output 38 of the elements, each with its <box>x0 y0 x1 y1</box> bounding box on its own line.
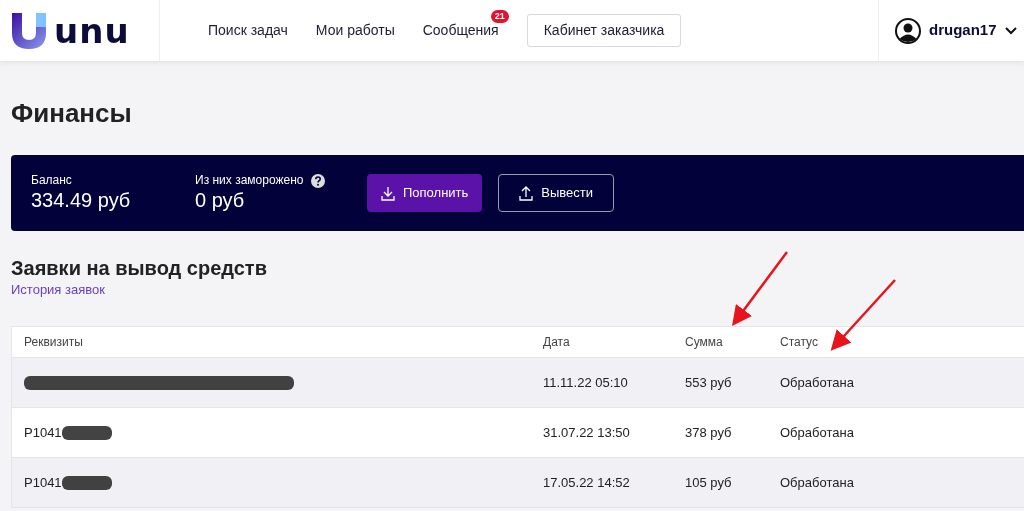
help-icon[interactable] <box>311 174 326 188</box>
history-link[interactable]: История заявок <box>11 282 105 297</box>
column-header: Дата <box>543 334 571 351</box>
amount-cell-text: 378 руб <box>685 423 733 442</box>
status-cell-text: Обработана <box>780 473 855 492</box>
nav-link[interactable]: Мои работы <box>315 22 395 38</box>
frozen-value: 0 руб <box>195 188 246 212</box>
annotation-arrow <box>830 279 896 351</box>
download-icon <box>381 185 395 201</box>
nav-link[interactable]: Поиск задач <box>208 22 288 38</box>
date-cell-text: 17.05.22 14:52 <box>543 473 631 492</box>
column-header: Реквизиты <box>24 334 84 351</box>
section-title: Заявки на вывод средств <box>11 257 268 279</box>
upload-icon <box>519 185 534 201</box>
column-header: Статус <box>780 334 819 351</box>
deposit-button[interactable]: Пополнить <box>367 174 483 212</box>
frozen-label: Из них заморожено <box>195 174 304 188</box>
amount-cell-text: 105 руб <box>685 473 733 492</box>
customer-cabinet-button[interactable]: Кабинет заказчика <box>526 14 682 47</box>
withdraw-button[interactable]: Вывести <box>498 174 615 212</box>
logo-icon[interactable] <box>12 12 46 49</box>
logo-text[interactable]: unu <box>54 13 130 48</box>
amount-cell-text: 553 руб <box>685 373 733 392</box>
date-cell-text: 11.11.22 05:10 <box>543 373 629 392</box>
date-cell-text: 31.07.22 13:50 <box>543 423 631 442</box>
balance-value: 334.49 руб <box>31 187 132 212</box>
avatar-icon[interactable] <box>895 17 921 44</box>
status-cell-text: Обработана <box>780 423 855 442</box>
requisites-text: P1041 <box>24 473 62 492</box>
requisites-text: P1041 <box>24 423 62 442</box>
notification-badge: 21 <box>490 10 509 23</box>
caret-icon[interactable] <box>1004 26 1017 35</box>
column-header: Сумма <box>685 334 724 351</box>
page-title: Финансы <box>11 97 133 130</box>
username[interactable]: drugan17 <box>929 19 997 42</box>
status-cell-text: Обработана <box>780 373 855 392</box>
balance-label: Баланс <box>31 174 73 188</box>
nav-link[interactable]: Сообщения <box>422 22 499 38</box>
